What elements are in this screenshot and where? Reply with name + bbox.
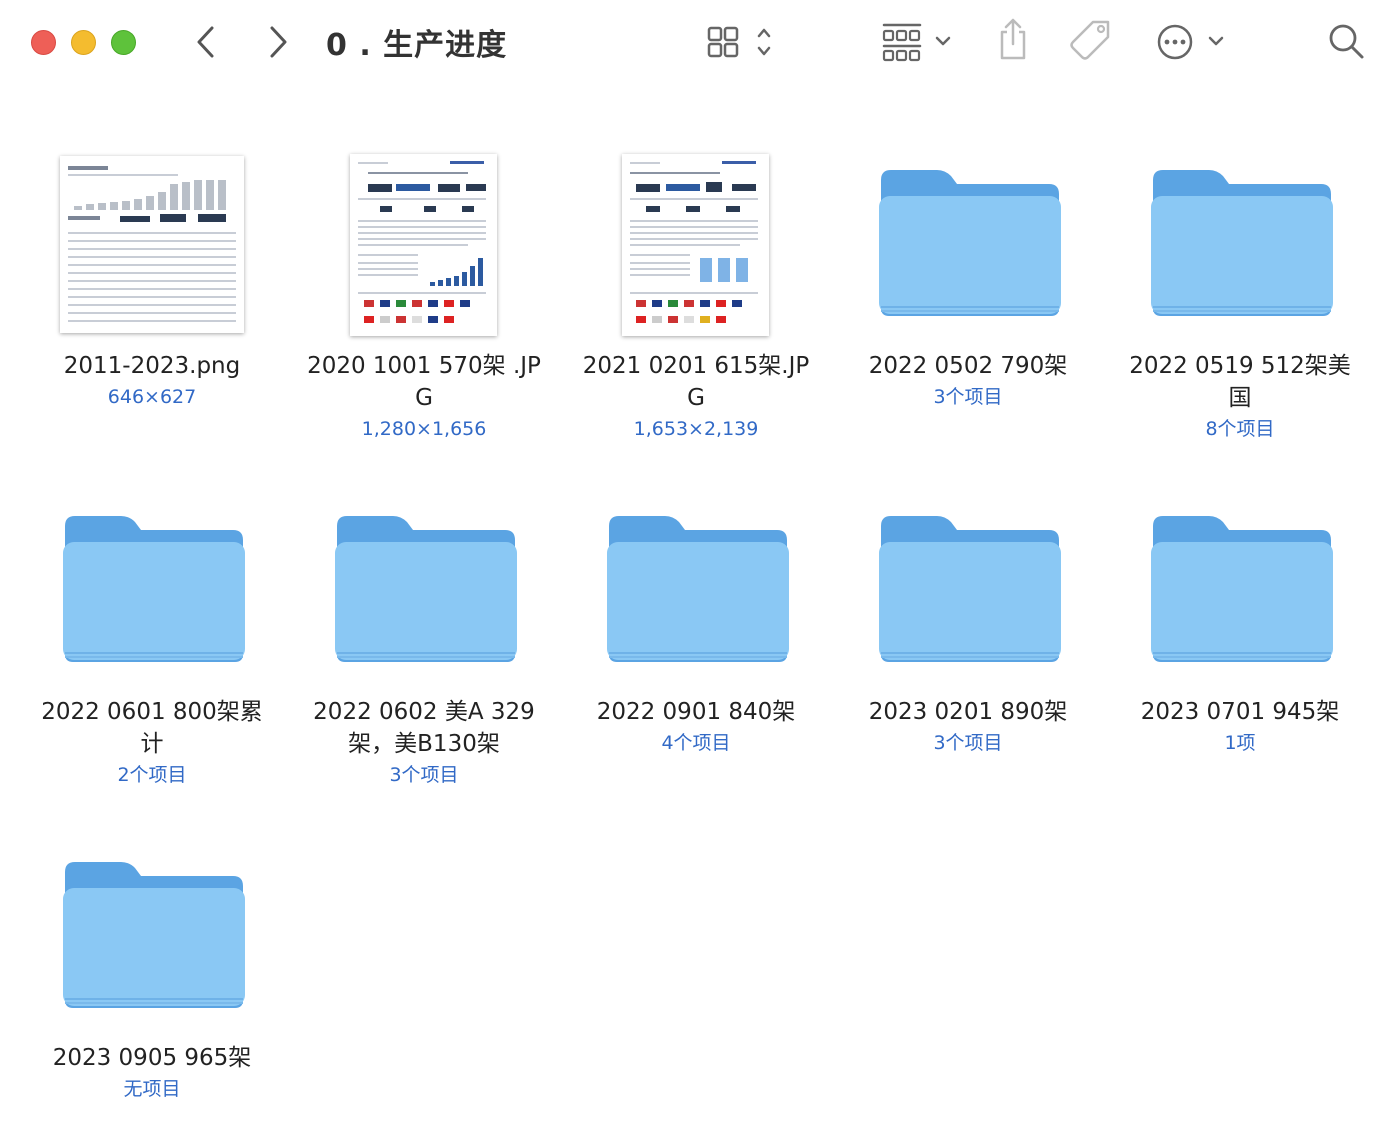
item-name: 2023 0701 945架 (1140, 699, 1340, 725)
close-button[interactable] (31, 30, 56, 55)
file-item-2011-2023-png[interactable]: 2011-2023.png 646×627 (16, 140, 288, 412)
item-name: 2022 0601 800架累计 (41, 699, 263, 757)
group-by-button[interactable] (878, 20, 958, 64)
minimize-button[interactable] (71, 30, 96, 55)
folder-item-2023-0905[interactable]: 2023 0905 965架 无项目 (16, 832, 288, 1104)
item-name: 2020 1001 570架 .JPG (307, 353, 541, 411)
folder-item-2023-0201[interactable]: 2023 0201 890架 3个项目 (832, 486, 1104, 758)
folder-icon (879, 170, 1061, 316)
folder-item-2022-0601[interactable]: 2022 0601 800架累计 2个项目 (16, 486, 288, 790)
folder-icon (1151, 170, 1333, 316)
window-title: 0 . 生产进度 (326, 28, 508, 63)
item-name: 2022 0502 790架 (868, 353, 1068, 379)
chevron-left-icon (197, 26, 214, 58)
item-info: 4个项目 (661, 732, 731, 754)
item-info: 3个项目 (389, 764, 459, 786)
chevron-right-icon (270, 26, 287, 58)
folder-icon (607, 516, 789, 662)
folder-item-2023-0701[interactable]: 2023 0701 945架 1项 (1104, 486, 1376, 758)
item-info: 3个项目 (933, 386, 1003, 408)
folder-item-2022-0519[interactable]: 2022 0519 512架美国 8个项目 (1104, 140, 1376, 444)
item-name: 2022 0901 840架 (596, 699, 796, 725)
share-button[interactable] (994, 18, 1032, 62)
forward-button[interactable] (260, 22, 296, 62)
tag-button[interactable] (1068, 18, 1114, 64)
item-name: 2023 0201 890架 (868, 699, 1068, 725)
zoom-button[interactable] (111, 30, 136, 55)
item-info: 8个项目 (1205, 418, 1275, 440)
file-item-2020-1001-jpg[interactable]: 2020 1001 570架 .JPG 1,280×1,656 (288, 140, 560, 444)
item-info: 1,280×1,656 (361, 418, 487, 440)
item-info: 1,653×2,139 (633, 418, 759, 440)
folder-item-2022-0901[interactable]: 2022 0901 840架 4个项目 (560, 486, 832, 758)
item-info: 无项目 (123, 1078, 181, 1100)
item-info: 646×627 (107, 386, 197, 408)
folder-icon (1151, 516, 1333, 662)
ellipsis-circle-icon (1157, 24, 1224, 60)
item-info: 3个项目 (933, 732, 1003, 754)
folder-icon (63, 862, 245, 1008)
file-item-2021-0201-jpg[interactable]: 2021 0201 615架.JPG 1,653×2,139 (560, 140, 832, 444)
tag-icon (1070, 20, 1110, 60)
folder-icon (335, 516, 517, 662)
group-by-icon (882, 23, 951, 62)
grid-view-icon (707, 26, 771, 58)
item-name: 2022 0602 美A 329架，美B130架 (313, 699, 535, 757)
item-info: 1项 (1224, 732, 1256, 754)
item-name: 2021 0201 615架.JPG (582, 353, 810, 411)
item-name: 2023 0905 965架 (52, 1045, 252, 1071)
image-thumbnail (16, 140, 288, 340)
back-button[interactable] (188, 22, 224, 62)
item-info: 2个项目 (117, 764, 187, 786)
folder-icon (63, 516, 245, 662)
item-name: 2022 0519 512架美国 (1129, 353, 1351, 411)
search-icon (1329, 24, 1364, 59)
more-actions-button[interactable] (1154, 20, 1230, 64)
window-toolbar: 0 . 生产进度 (0, 0, 1392, 86)
view-mode-button[interactable] (704, 22, 784, 62)
folder-item-2022-0502[interactable]: 2022 0502 790架 3个项目 (832, 140, 1104, 412)
image-thumbnail (288, 140, 560, 340)
folder-icon (879, 516, 1061, 662)
item-name: 2011-2023.png (63, 353, 241, 379)
folder-item-2022-0602[interactable]: 2022 0602 美A 329架，美B130架 3个项目 (288, 486, 560, 790)
image-thumbnail (560, 140, 832, 340)
search-button[interactable] (1326, 20, 1368, 64)
share-icon (1000, 18, 1026, 60)
